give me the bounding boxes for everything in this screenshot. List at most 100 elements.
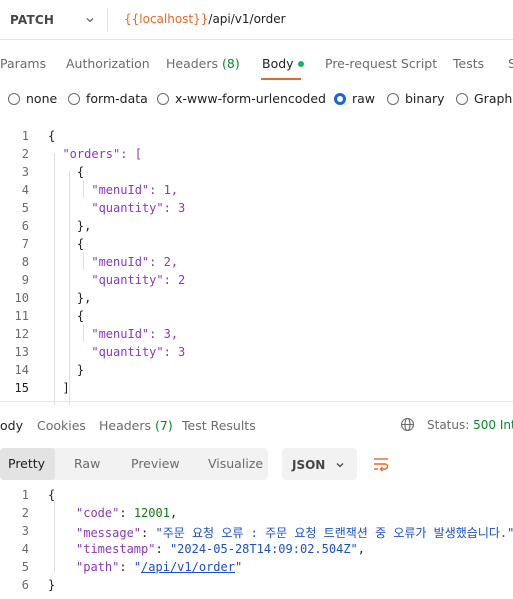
json-key: "code" <box>76 506 120 520</box>
code-text: "menuId": 2, <box>48 255 179 269</box>
radio-form-data[interactable]: form-data <box>68 91 148 106</box>
code-line: 6} <box>0 578 513 596</box>
wrap-lines-button[interactable] <box>367 450 395 478</box>
view-preview[interactable]: Preview <box>131 448 180 480</box>
radio-circle[interactable] <box>8 92 20 105</box>
active-tab-underline <box>261 78 301 80</box>
radio-label: binary <box>405 91 445 106</box>
format-select[interactable]: JSON <box>282 448 357 480</box>
tab-authorization[interactable]: Authorization <box>66 56 150 71</box>
code-text: }, <box>48 219 92 233</box>
json-key: "timestamp" <box>76 542 156 556</box>
body-modified-dot <box>297 60 304 67</box>
line-number: 6 <box>21 578 29 592</box>
code-text: { <box>48 129 56 143</box>
line-number: 6 <box>21 219 29 233</box>
view-pretty[interactable]: Pretty <box>0 448 55 480</box>
request-body-editor[interactable]: 1{ 2 "orders": [ 3 { 4 "menuId": 1, 5 "q… <box>0 126 513 405</box>
line-number: 1 <box>21 488 29 502</box>
code-text: "menuId": 3, <box>48 327 179 341</box>
url-input[interactable]: {{localhost}}/api/v1/order <box>124 12 286 26</box>
request-tabs: Params Authorization Headers (8) Body Pr… <box>0 56 513 72</box>
path-link[interactable]: /api/v1/order <box>141 560 235 574</box>
radio-circle[interactable] <box>456 92 468 105</box>
code-text: { <box>48 488 56 502</box>
code-text: { <box>48 237 85 251</box>
code-line: 13 "quantity": 3 <box>0 345 513 363</box>
line-number: 3 <box>21 524 29 538</box>
line-number: 3 <box>21 165 29 179</box>
code-line: 1{ <box>0 488 513 506</box>
tab-response-body[interactable]: ody <box>0 418 23 433</box>
radio-raw[interactable]: raw <box>334 91 375 106</box>
code-line: 14 } <box>0 363 513 381</box>
code-line: 3 "message": "주문 요청 오류 : 주문 요청 트랜잭션 중 오류가… <box>0 524 513 542</box>
json-key: "message" <box>76 526 142 540</box>
line-number: 8 <box>21 255 29 269</box>
view-visualize[interactable]: Visualize <box>208 448 263 480</box>
json-value: 12001 <box>133 506 170 520</box>
code-text: }, <box>48 291 92 305</box>
line-number: 11 <box>14 309 29 323</box>
code-text: "quantity": 3 <box>48 345 186 359</box>
json-value: "주문 요청 오류 : 주문 요청 트랜잭션 중 오류가 발생했습니다." <box>155 526 513 540</box>
tab-body-label: Body <box>262 56 294 71</box>
code-text: "timestamp": "2024-05-28T14:09:02.504Z", <box>76 542 366 556</box>
tab-test-results[interactable]: Test Results <box>182 418 256 433</box>
code-text: "code": 12001, <box>76 506 178 520</box>
tab-body[interactable]: Body <box>262 56 304 71</box>
code-line: 15 ] <box>0 381 513 399</box>
code-text: ] <box>48 381 70 395</box>
tab-cookies[interactable]: Cookies <box>37 418 86 433</box>
tab-response-headers[interactable]: Headers (7) <box>99 418 173 433</box>
line-number: 4 <box>21 183 29 197</box>
pane-divider[interactable] <box>0 401 513 402</box>
radio-circle[interactable] <box>68 92 80 105</box>
tab-tests[interactable]: Tests <box>453 56 484 71</box>
body-type-radios: none form-data x-www-form-urlencoded raw… <box>0 91 513 109</box>
line-number: 13 <box>14 345 29 359</box>
status-label: Status: <box>427 418 470 432</box>
method-select[interactable]: PATCH <box>10 13 54 27</box>
radio-none[interactable]: none <box>8 91 57 106</box>
tab-headers-label: Headers <box>166 56 219 71</box>
chevron-down-icon[interactable] <box>84 14 96 26</box>
code-text: "path": "/api/v1/order" <box>76 560 243 574</box>
radio-x-www-form-urlencoded[interactable]: x-www-form-urlencoded <box>157 91 326 106</box>
code-line: 11 { <box>0 309 513 327</box>
view-raw[interactable]: Raw <box>74 448 100 480</box>
radio-binary[interactable]: binary <box>387 91 445 106</box>
line-number: 2 <box>21 506 29 520</box>
code-text: { <box>48 165 85 179</box>
line-number: 9 <box>21 273 29 287</box>
url-divider <box>107 8 108 32</box>
response-body[interactable]: 1{ 2 "code": 12001, 3 "message": "주문 요청 오류… <box>0 485 513 599</box>
line-number: 15 <box>14 381 29 395</box>
radio-graphql[interactable]: GraphQ <box>456 91 513 106</box>
radio-label: none <box>26 91 58 106</box>
globe-icon[interactable] <box>400 417 415 432</box>
radio-circle-selected[interactable] <box>334 92 346 105</box>
tab-response-headers-label: Headers <box>99 418 152 433</box>
tab-pre-request-script[interactable]: Pre-request Script <box>325 56 437 71</box>
radio-label: form-data <box>86 91 148 106</box>
radio-label: x-www-form-urlencoded <box>175 91 326 106</box>
format-label: JSON <box>292 458 326 472</box>
tab-settings[interactable]: S <box>508 56 513 71</box>
code-line: 9 "quantity": 2 <box>0 273 513 291</box>
tab-params[interactable]: Params <box>0 56 46 71</box>
radio-circle[interactable] <box>157 92 169 105</box>
headers-count: (8) <box>222 56 240 71</box>
code-line: 12 "menuId": 3, <box>0 327 513 345</box>
status-value[interactable]: 500 Inte <box>473 418 513 432</box>
code-line: 8 "menuId": 2, <box>0 255 513 273</box>
tab-headers[interactable]: Headers (8) <box>166 56 240 71</box>
radio-circle[interactable] <box>387 92 399 105</box>
radio-label: GraphQ <box>474 91 513 106</box>
code-text: "quantity": 3 <box>48 201 186 215</box>
json-value: "2024-05-28T14:09:02.504Z" <box>169 542 358 556</box>
url-variable: {{localhost}} <box>124 12 209 26</box>
url-bar: PATCH {{localhost}}/api/v1/order <box>0 0 513 40</box>
code-line: 5 "quantity": 3 <box>0 201 513 219</box>
json-key: "path" <box>76 560 120 574</box>
